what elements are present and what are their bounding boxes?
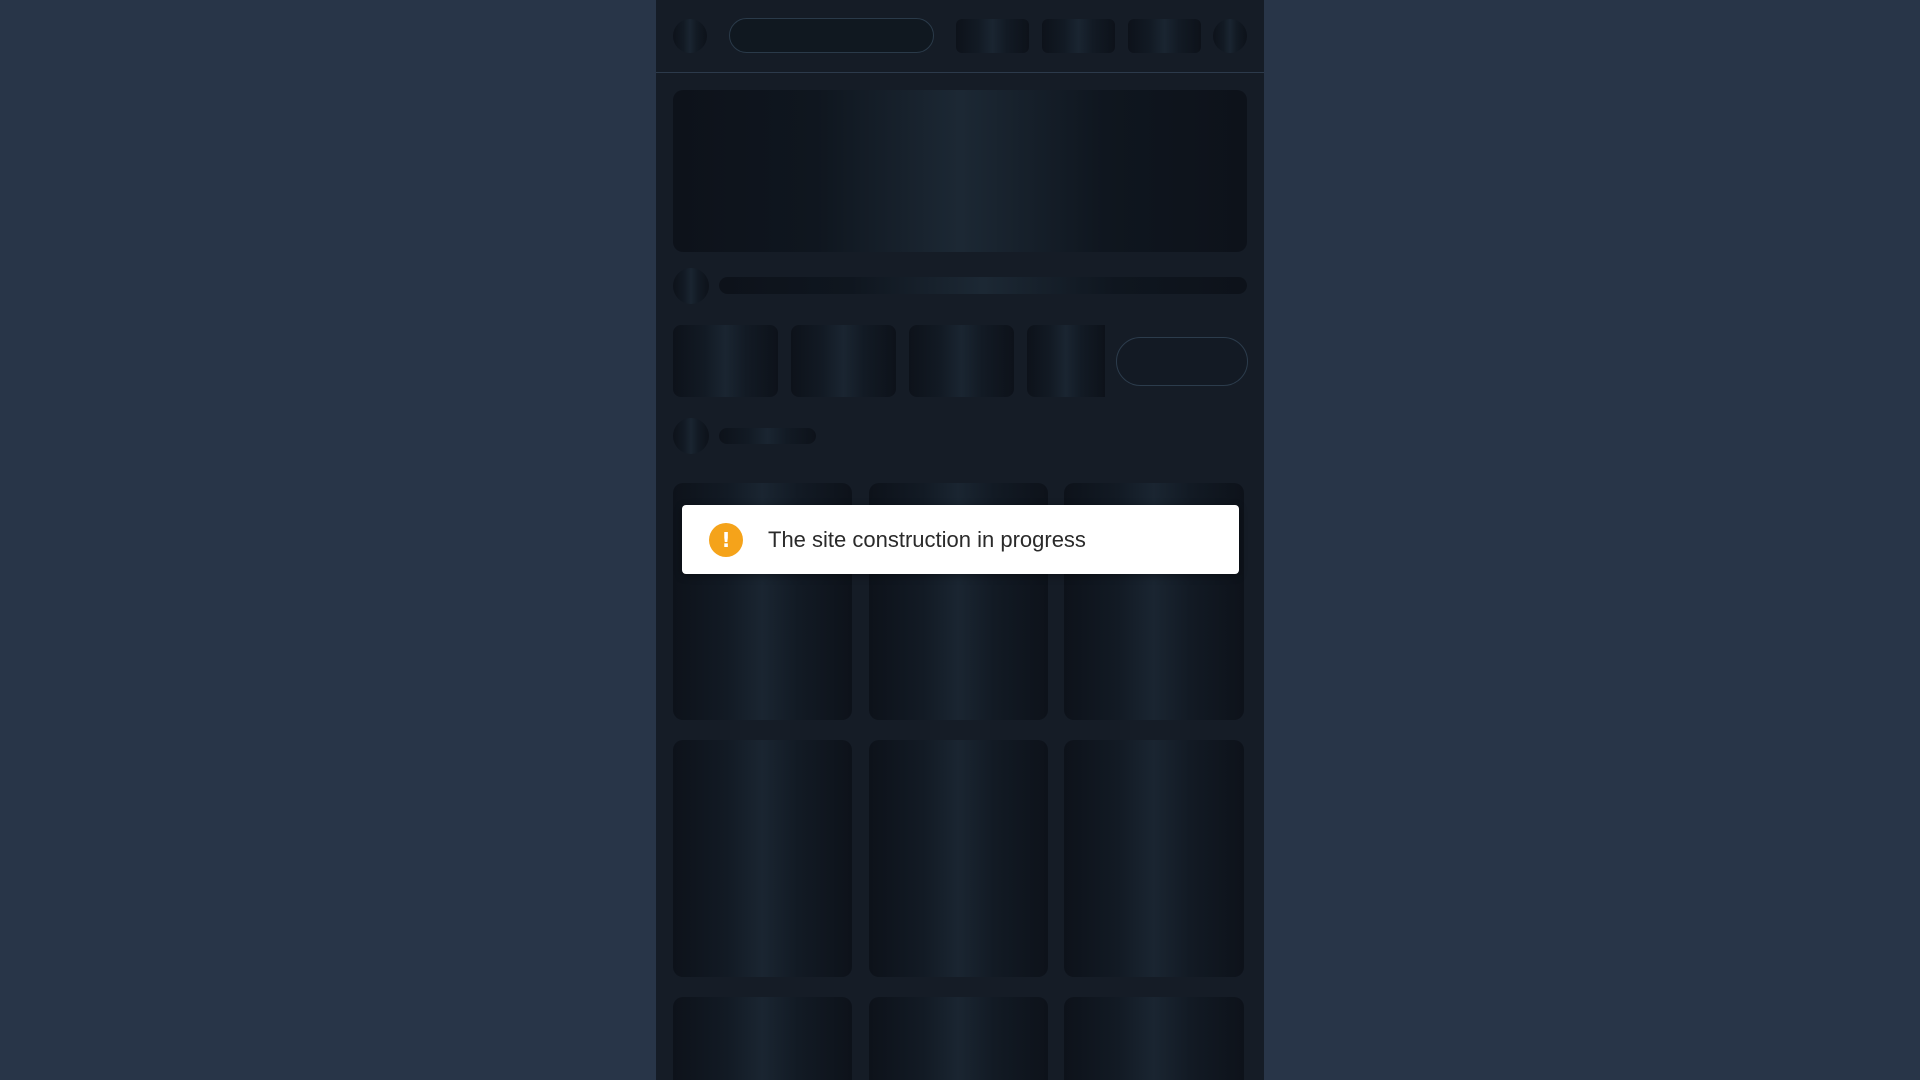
avatar-placeholder[interactable]: [1213, 19, 1247, 53]
category-placeholder-4[interactable]: [1027, 325, 1105, 397]
logo-placeholder: [673, 19, 707, 53]
construction-notification: ! The site construction in progress: [682, 505, 1239, 574]
category-placeholder-2[interactable]: [791, 325, 896, 397]
game-card-placeholder[interactable]: [673, 997, 852, 1080]
header-divider: [656, 72, 1264, 73]
search-input-placeholder[interactable]: [729, 18, 934, 53]
nav-placeholder-3[interactable]: [1128, 19, 1201, 53]
section-title-placeholder: [719, 428, 816, 444]
info-text-placeholder: [719, 277, 1247, 294]
game-card-placeholder[interactable]: [869, 740, 1048, 977]
category-placeholder-3[interactable]: [909, 325, 1014, 397]
game-card-placeholder[interactable]: [869, 997, 1048, 1080]
banner-placeholder: [673, 90, 1247, 252]
category-placeholder-1[interactable]: [673, 325, 778, 397]
info-icon-placeholder: [673, 268, 709, 304]
nav-placeholder-1[interactable]: [956, 19, 1029, 53]
game-card-placeholder[interactable]: [1064, 740, 1244, 977]
exclamation-warning-icon: !: [709, 522, 743, 557]
nav-placeholder-2[interactable]: [1042, 19, 1115, 53]
section-icon-placeholder: [673, 418, 709, 454]
notification-message: The site construction in progress: [768, 526, 1086, 552]
game-card-placeholder[interactable]: [1064, 997, 1244, 1080]
game-card-placeholder[interactable]: [673, 740, 852, 977]
more-button-placeholder[interactable]: [1116, 337, 1248, 386]
